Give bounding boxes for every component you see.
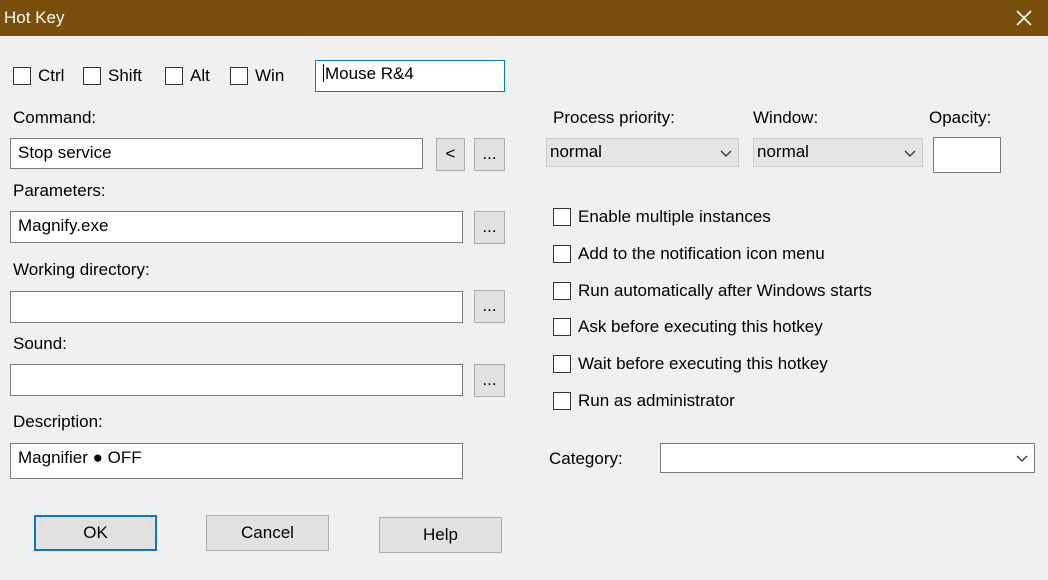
notification-menu-label: Add to the notification icon menu <box>578 244 825 263</box>
parameters-label: Parameters: <box>13 181 106 200</box>
category-label: Category: <box>549 449 623 468</box>
alt-label: Alt <box>190 66 210 85</box>
shift-label: Shift <box>108 66 143 85</box>
help-button[interactable]: Help <box>379 517 502 553</box>
parameters-input[interactable]: Magnify.exe <box>10 211 463 243</box>
process-priority-value: normal <box>550 142 602 161</box>
opacity-label: Opacity: <box>929 108 992 127</box>
command-input[interactable]: Stop service <box>10 138 423 169</box>
parameters-browse-button[interactable]: ... <box>474 211 505 244</box>
chevron-down-icon <box>720 150 732 157</box>
alt-checkbox[interactable] <box>165 67 183 85</box>
category-dropdown[interactable] <box>660 443 1035 473</box>
window-title: Hot Key <box>4 8 65 27</box>
description-input[interactable]: Magnifier ● OFF <box>10 443 463 479</box>
hotkey-value: Mouse R&4 <box>325 64 414 83</box>
wait-before-label: Wait before executing this hotkey <box>578 354 828 373</box>
ctrl-checkbox[interactable] <box>13 67 31 85</box>
chevron-down-icon <box>1016 455 1028 462</box>
chevron-down-icon <box>904 150 916 157</box>
win-label: Win <box>255 66 285 85</box>
working-directory-label: Working directory: <box>13 260 150 279</box>
sound-label: Sound: <box>13 334 67 353</box>
run-as-admin-checkbox[interactable] <box>553 392 571 410</box>
working-directory-browse-button[interactable]: ... <box>474 290 505 323</box>
text-cursor <box>323 64 324 82</box>
sound-browse-button[interactable]: ... <box>474 364 505 397</box>
ask-before-label: Ask before executing this hotkey <box>578 317 823 336</box>
process-priority-label: Process priority: <box>553 108 675 127</box>
description-label: Description: <box>13 412 103 431</box>
multiple-instances-label: Enable multiple instances <box>578 207 771 226</box>
close-icon[interactable] <box>1010 4 1038 32</box>
shift-checkbox[interactable] <box>83 67 101 85</box>
command-browse-button[interactable]: ... <box>474 138 505 171</box>
command-pick-button[interactable]: < <box>436 138 465 171</box>
sound-input[interactable] <box>10 364 463 396</box>
win-checkbox[interactable] <box>230 67 248 85</box>
notification-menu-checkbox[interactable] <box>553 245 571 263</box>
wait-before-checkbox[interactable] <box>553 355 571 373</box>
run-at-startup-checkbox[interactable] <box>553 282 571 300</box>
working-directory-input[interactable] <box>10 291 463 323</box>
window-mode-value: normal <box>757 142 809 161</box>
opacity-input[interactable] <box>933 137 1001 173</box>
ask-before-checkbox[interactable] <box>553 318 571 336</box>
window-mode-dropdown[interactable]: normal <box>753 138 923 167</box>
multiple-instances-checkbox[interactable] <box>553 208 571 226</box>
run-at-startup-label: Run automatically after Windows starts <box>578 281 872 300</box>
command-label: Command: <box>13 108 97 127</box>
process-priority-dropdown[interactable]: normal <box>546 138 739 167</box>
window-mode-label: Window: <box>753 108 819 127</box>
hotkey-input[interactable]: Mouse R&4 <box>315 60 505 92</box>
run-as-admin-label: Run as administrator <box>578 391 735 410</box>
ctrl-label: Ctrl <box>38 66 65 85</box>
title-bar: Hot Key <box>0 0 1048 36</box>
hotkey-dialog: Hot Key Ctrl Shift Alt Win Mouse R&4 Com… <box>0 0 1048 580</box>
ok-button[interactable]: OK <box>34 515 157 551</box>
cancel-button[interactable]: Cancel <box>206 515 329 551</box>
